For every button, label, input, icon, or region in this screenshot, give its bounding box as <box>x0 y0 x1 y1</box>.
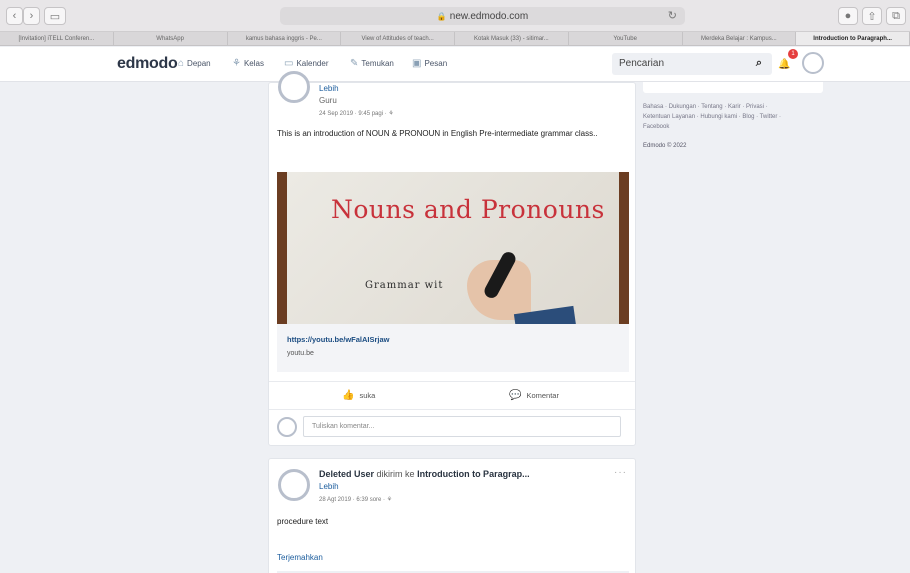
notification-badge: 1 <box>788 49 798 59</box>
footer-link[interactable]: Twitter <box>760 114 778 120</box>
post-meta-text: 28 Agt 2019 · 6:39 sore · <box>319 497 386 503</box>
author-avatar[interactable] <box>278 71 310 103</box>
browser-tab[interactable]: WhatsApp <box>114 32 228 45</box>
translate-link[interactable]: Terjemahkan <box>277 553 323 562</box>
link-domain: youtu.be <box>287 350 314 357</box>
footer-link[interactable]: Hubungi kami <box>700 114 737 120</box>
nav-temukan[interactable]: ✎ Temukan <box>350 58 394 69</box>
address-bar[interactable]: 🔒 new.edmodo.com ↻ <box>280 7 685 25</box>
comment-placeholder: Tuliskan komentar... <box>312 423 375 430</box>
browser-tab[interactable]: [Invitation] iTELL Conferen... <box>0 32 114 45</box>
tabs-overview-icon[interactable]: ⧉ <box>886 7 906 25</box>
address-url: new.edmodo.com <box>449 10 529 22</box>
post-body: procedure text <box>277 517 329 526</box>
lebih-link[interactable]: Lebih <box>319 482 339 491</box>
nav-pesan[interactable]: ▣ Pesan <box>412 58 447 69</box>
share-icon[interactable]: ⇧ <box>862 7 882 25</box>
footer-link[interactable]: Blog <box>742 114 754 120</box>
nav-kelas-label: Kelas <box>243 59 264 68</box>
nav-pesan-label: Pesan <box>424 59 448 68</box>
home-icon: ⌂ <box>178 58 185 69</box>
discover-icon: ✎ <box>350 58 359 69</box>
footer-link[interactable]: Tentang <box>701 104 722 110</box>
sidebar-toggle-icon[interactable]: ▭ <box>44 7 66 25</box>
footer-link[interactable]: Ketentuan Layanan <box>643 114 695 120</box>
comment-icon: 💬 <box>509 390 522 401</box>
search-placeholder: Pencarian <box>619 58 665 69</box>
like-label: suka <box>359 391 376 400</box>
post-body: This is an introduction of NOUN & PRONOU… <box>277 129 598 138</box>
sent-to-text: dikirim ke <box>376 469 415 479</box>
notification-icon[interactable]: 🔔 <box>778 59 790 70</box>
nav-kalender[interactable]: ▭ Kalender <box>284 58 328 69</box>
more-options-icon[interactable]: ··· <box>614 467 627 478</box>
video-thumbnail[interactable]: Nouns and Pronouns Grammar wit <box>277 172 629 324</box>
post-timestamp: 28 Agt 2019 · 6:39 sore · ⚘ <box>319 496 392 503</box>
browser-tab[interactable]: kamus bahasa inggris - Pe... <box>228 32 342 45</box>
post-card: Deleted User dikirim ke Introduction to … <box>268 458 636 573</box>
forward-button[interactable]: › <box>23 7 40 25</box>
video-title: Nouns and Pronouns <box>331 195 605 224</box>
footer-link[interactable]: Dukungan <box>669 104 696 110</box>
link-preview[interactable]: https://youtu.be/wFalAISrjaw youtu.be <box>277 324 629 372</box>
browser-tab[interactable]: YouTube <box>569 32 683 45</box>
footer-link[interactable]: Facebook <box>643 124 669 130</box>
target-group[interactable]: Introduction to Paragrap... <box>417 469 530 479</box>
post-header: Deleted User dikirim ke Introduction to … <box>319 469 530 479</box>
message-icon: ▣ <box>412 58 422 69</box>
link-url[interactable]: https://youtu.be/wFalAISrjaw <box>287 335 390 344</box>
edmodo-navbar: edmodo ⌂ Depan ⚘ Kelas ▭ Kalender ✎ Temu… <box>0 47 910 82</box>
shield-icon[interactable]: ● <box>838 7 858 25</box>
classes-icon: ⚘ <box>232 58 241 69</box>
comment-label: Komentar <box>526 391 559 400</box>
search-input[interactable]: Pencarian ⌕ <box>612 53 772 75</box>
footer-links: Bahasa · Dukungan · Tentang · Karir · Pr… <box>643 104 782 130</box>
author-role: Guru <box>319 96 337 105</box>
nav-depan[interactable]: ⌂ Depan <box>178 58 211 69</box>
browser-tab[interactable]: Merdeka Belajar : Kampus... <box>683 32 797 45</box>
post-actions: 👍 suka 💬 Komentar <box>269 381 635 409</box>
browser-tab[interactable]: Kotak Masuk (33) - sitimar... <box>455 32 569 45</box>
footer-link[interactable]: Bahasa <box>643 104 663 110</box>
browser-tab[interactable]: View of Attitudes of teach... <box>341 32 455 45</box>
commenter-avatar <box>277 417 297 437</box>
post-meta-text: 24 Sep 2019 · 9:45 pagi · <box>319 111 387 117</box>
audience-icon: ⚘ <box>386 497 393 503</box>
post-card: Lebih Guru 24 Sep 2019 · 9:45 pagi · ⚘ T… <box>268 71 636 446</box>
comment-input[interactable]: Tuliskan komentar... <box>303 416 621 437</box>
video-subtitle: Grammar wit <box>365 280 444 291</box>
sidebar-panel <box>643 82 823 93</box>
edmodo-logo[interactable]: edmodo <box>117 55 178 73</box>
browser-toolbar: ‹ › ▭ 🔒 new.edmodo.com ↻ ● ⇧ ⧉ <box>0 0 910 32</box>
nav-depan-label: Depan <box>187 59 211 68</box>
footer-link[interactable]: Privasi <box>746 104 764 110</box>
comment-button[interactable]: 💬 Komentar <box>509 390 559 401</box>
post-timestamp: 24 Sep 2019 · 9:45 pagi · ⚘ <box>319 110 394 117</box>
audience-icon: ⚘ <box>388 111 394 117</box>
copyright: Edmodo © 2022 <box>643 143 687 149</box>
lock-icon: 🔒 <box>436 11 447 21</box>
profile-avatar[interactable] <box>802 52 824 74</box>
lebih-link[interactable]: Lebih <box>319 84 339 93</box>
back-button[interactable]: ‹ <box>6 7 23 25</box>
comment-row: Tuliskan komentar... <box>269 409 635 445</box>
calendar-icon: ▭ <box>284 58 294 69</box>
footer-link[interactable]: Karir <box>728 104 741 110</box>
nav-temukan-label: Temukan <box>361 59 394 68</box>
tab-bar: [Invitation] iTELL Conferen... WhatsApp … <box>0 32 910 46</box>
sender-name[interactable]: Deleted User <box>319 469 374 479</box>
author-avatar[interactable] <box>278 469 310 501</box>
nav-kelas[interactable]: ⚘ Kelas <box>232 58 264 69</box>
reload-icon[interactable]: ↻ <box>668 9 677 22</box>
like-button[interactable]: 👍 suka <box>342 390 375 401</box>
search-icon[interactable]: ⌕ <box>756 57 762 70</box>
whiteboard: Nouns and Pronouns Grammar wit <box>287 172 619 324</box>
browser-tab-active[interactable]: Introduction to Paragraph... <box>796 32 910 45</box>
nav-kalender-label: Kalender <box>296 59 329 68</box>
thumbs-up-icon: 👍 <box>342 390 355 401</box>
